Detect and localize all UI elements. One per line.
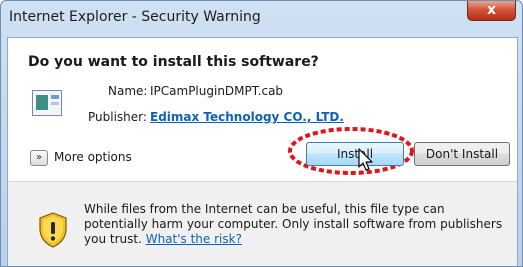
name-label: Name: (108, 84, 148, 98)
security-warning-dialog: Internet Explorer - Security Warning x D… (0, 0, 523, 267)
window-title: Internet Explorer - Security Warning (9, 9, 261, 25)
more-options-toggle[interactable]: » (30, 150, 48, 166)
whats-the-risk-link[interactable]: What's the risk? (146, 232, 242, 246)
security-shield-icon (39, 212, 67, 248)
dont-install-button[interactable]: Don't Install (414, 142, 510, 166)
publisher-link[interactable]: Edimax Technology CO., LTD. (150, 110, 344, 124)
install-button[interactable]: Install (306, 142, 404, 166)
install-question: Do you want to install this software? (28, 54, 319, 70)
warning-message: While files from the Internet can be use… (84, 202, 504, 247)
close-button[interactable]: x (467, 1, 516, 21)
publisher-label: Publisher: (88, 110, 147, 124)
dialog-body: Do you want to install this software? Na… (7, 37, 518, 266)
title-bar: Internet Explorer - Security Warning x (1, 1, 522, 37)
more-options-label[interactable]: More options (54, 150, 132, 164)
file-name: IPCamPluginDMPT.cab (150, 84, 284, 98)
warning-panel: While files from the Internet can be use… (8, 182, 517, 266)
cab-file-icon (32, 90, 62, 116)
close-icon: x (486, 2, 497, 18)
mouse-pointer-icon (358, 148, 373, 171)
